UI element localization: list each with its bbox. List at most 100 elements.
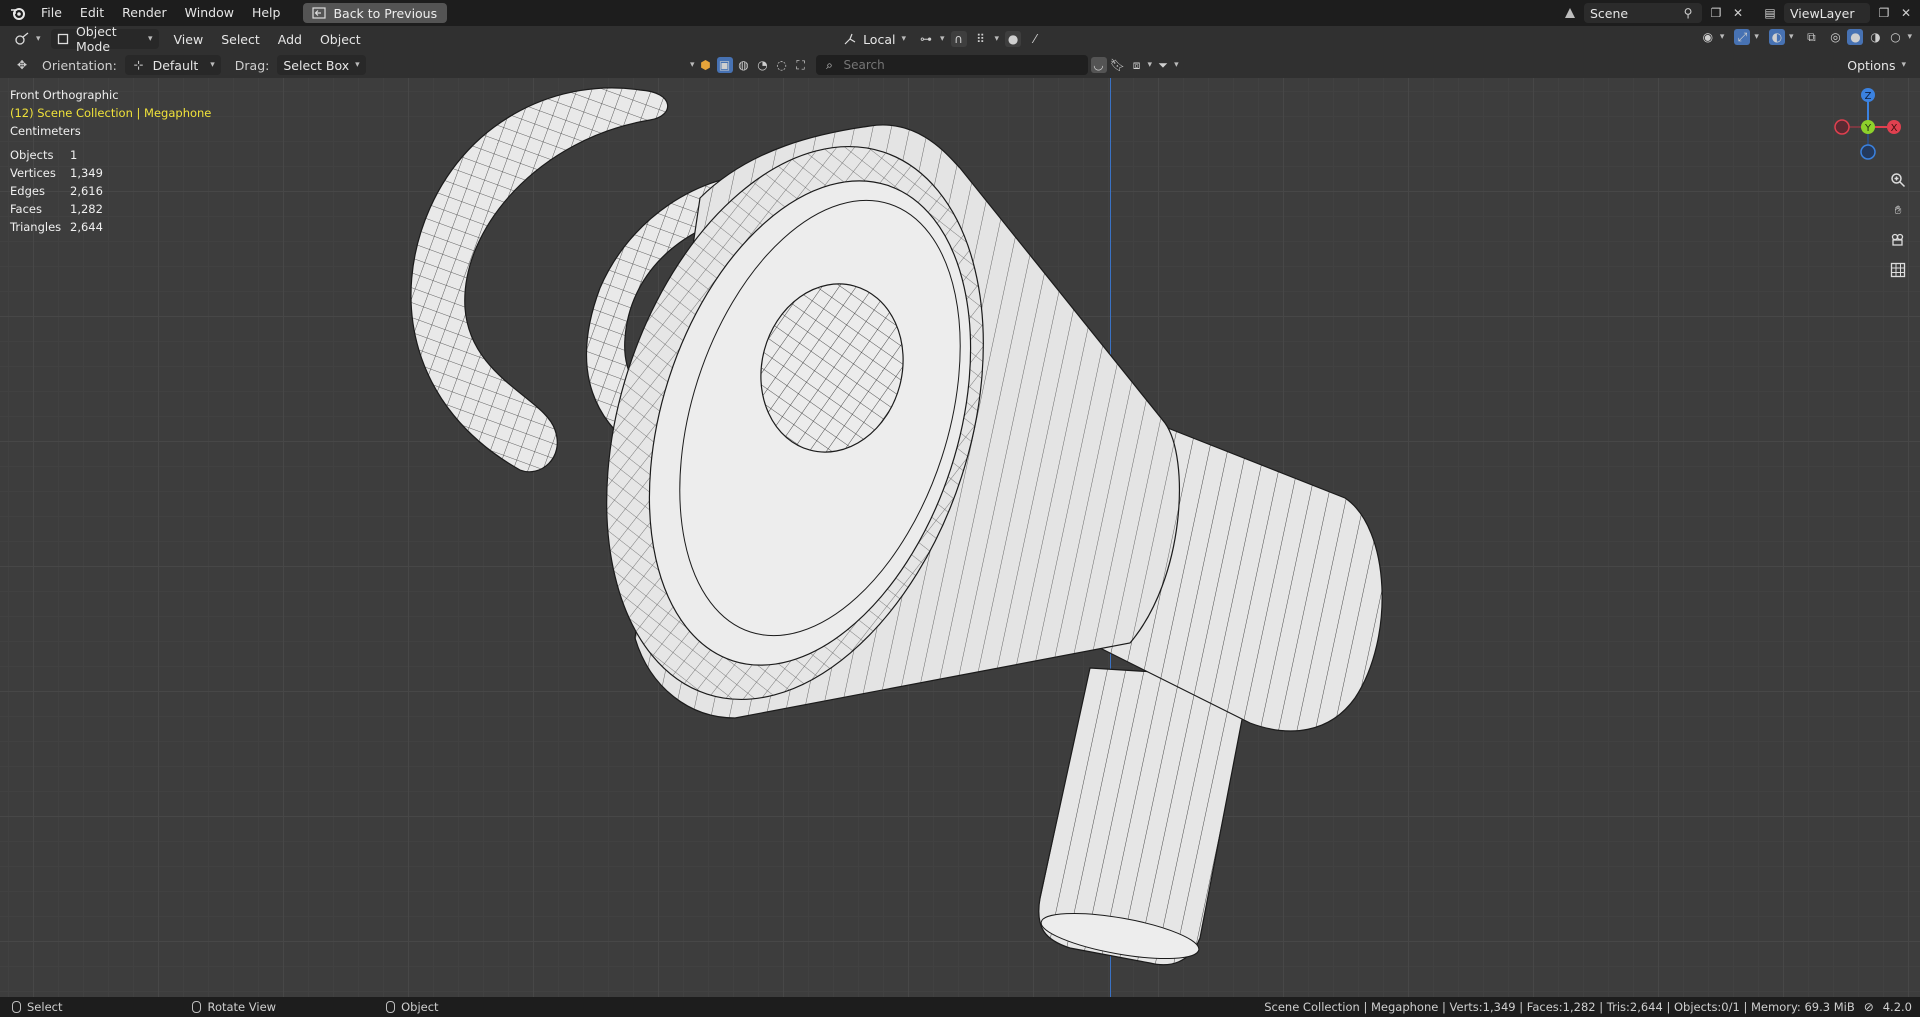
- menu-file[interactable]: File: [32, 2, 71, 24]
- menu-view[interactable]: View: [165, 32, 213, 47]
- gizmo-z-label: Z: [1865, 91, 1872, 102]
- solid-shading-icon[interactable]: ●: [1847, 29, 1864, 45]
- overlay-toggle-icon[interactable]: ◐: [1768, 29, 1785, 45]
- gizmo-toggle-icon[interactable]: ⤢: [1734, 29, 1751, 45]
- status-select: Select: [12, 1000, 62, 1014]
- menu-window[interactable]: Window: [176, 2, 243, 24]
- stat-label: Objects: [10, 148, 54, 162]
- mode-selector[interactable]: Object Mode ▾: [50, 24, 159, 54]
- ortho-grid-icon[interactable]: [1886, 258, 1910, 282]
- chevron-down-icon: ▾: [355, 60, 360, 70]
- drag-selector[interactable]: Select Box ▾: [277, 55, 366, 75]
- stat-label: Faces: [10, 202, 42, 216]
- navigation-buttons: ✋︎: [1886, 168, 1910, 282]
- orientation-selector[interactable]: ⊹ Default ▾: [124, 55, 221, 75]
- middle-mouse-icon: [192, 1001, 202, 1013]
- gizmo-y-label: Y: [1864, 123, 1872, 134]
- visibility-icon[interactable]: ◉: [1700, 29, 1716, 45]
- rendered-shading-icon[interactable]: ○: [1887, 29, 1903, 45]
- material-shading-icon[interactable]: ◑: [1867, 29, 1883, 45]
- menu-render[interactable]: Render: [113, 2, 176, 24]
- scene-statistics: Scene Collection | Megaphone | Verts:1,3…: [1264, 1000, 1855, 1014]
- object-type-icon[interactable]: ⬢: [698, 57, 714, 73]
- falloff-icon[interactable]: ⁄: [1027, 31, 1043, 47]
- search-field[interactable]: ⌕: [815, 55, 1088, 75]
- search-input[interactable]: [843, 58, 1074, 72]
- stat-value: 1: [70, 148, 78, 162]
- chevron-down-icon: ▾: [1901, 60, 1906, 70]
- transform-orientation-selector[interactable]: Local ▾: [836, 29, 912, 49]
- camera-view-icon[interactable]: [1886, 228, 1910, 252]
- delete-view-layer-icon[interactable]: ✕: [1898, 5, 1914, 21]
- orientation-value: Default: [152, 57, 199, 73]
- blender-logo-icon[interactable]: [4, 0, 32, 26]
- back-to-previous-button[interactable]: Back to Previous: [303, 3, 448, 23]
- view-layer-name: ViewLayer: [1790, 5, 1855, 21]
- status-info: Scene Collection | Megaphone | Verts:1,3…: [1264, 997, 1912, 1017]
- menu-edit[interactable]: Edit: [71, 2, 113, 24]
- select-mode-icon[interactable]: ▣: [716, 57, 733, 73]
- menu-select[interactable]: Select: [212, 32, 269, 47]
- view-layer-selector[interactable]: ViewLayer: [1784, 3, 1870, 23]
- stat-value: 1,349: [70, 166, 103, 180]
- globe-filter-icon[interactable]: ◌: [774, 57, 790, 73]
- stat-value: 1,282: [70, 202, 103, 216]
- delete-scene-icon[interactable]: ✕: [1730, 5, 1746, 21]
- xray-toggle-icon[interactable]: ⧉: [1803, 29, 1819, 45]
- viewport-info-overlay: Front Orthographic (12) Scene Collection…: [10, 86, 211, 236]
- bookmark-icon[interactable]: 🔖︎: [1110, 57, 1126, 73]
- chevron-down-icon: ▾: [36, 34, 41, 44]
- scene-icon[interactable]: [1562, 5, 1578, 21]
- network-icon[interactable]: ⊘: [1861, 999, 1877, 1015]
- 3d-viewport[interactable]: Front Orthographic (12) Scene Collection…: [0, 78, 1920, 997]
- left-mouse-icon: [12, 1001, 21, 1013]
- filter-icon[interactable]: ⏷: [1155, 57, 1171, 73]
- transform-space-label: Local: [863, 31, 896, 47]
- pin-icon[interactable]: ⚲: [1680, 5, 1696, 21]
- orientation-label: Orientation:: [42, 57, 117, 73]
- gizmo-neg-z-handle: [1860, 144, 1876, 160]
- collection-path: (12) Scene Collection | Megaphone: [10, 106, 212, 120]
- snap-grid-icon[interactable]: ⠿: [973, 31, 989, 47]
- chevron-down-icon: ▾: [148, 34, 153, 44]
- filter-bar: ▾ ⬢ ▣ ◍ ◔ ◌ ⛶ ⌕ ◡ 🔖︎ ⧈ ▾ ⏷ ▾: [690, 55, 1179, 75]
- wireframe-shading-icon[interactable]: ◎: [1827, 29, 1843, 45]
- asset-filter-icon[interactable]: ⛶: [793, 57, 809, 73]
- object-mode-icon: [57, 31, 70, 47]
- right-mouse-icon: [386, 1001, 396, 1013]
- clear-search-icon[interactable]: ◡: [1090, 57, 1107, 73]
- navigation-gizmo[interactable]: Z X Y: [1810, 78, 1920, 178]
- view-layer-icon[interactable]: ▤: [1762, 5, 1778, 21]
- display-mode-icon[interactable]: ⧈: [1129, 57, 1145, 73]
- options-label: Options: [1847, 57, 1896, 73]
- viewport-header: ▾ Object Mode ▾ View Select Add Object L…: [0, 24, 1920, 54]
- options-dropdown[interactable]: Options ▾: [1841, 55, 1912, 75]
- stat-label: Edges: [10, 184, 45, 198]
- zoom-icon[interactable]: [1886, 168, 1910, 192]
- world-filter-icon[interactable]: ◔: [755, 57, 771, 73]
- pan-hand-icon[interactable]: ✋︎: [1886, 198, 1910, 222]
- chevron-down-icon: ▾: [1907, 32, 1912, 42]
- sphere-filter-icon[interactable]: ◍: [736, 57, 752, 73]
- megaphone-model[interactable]: [0, 78, 1920, 997]
- menu-help[interactable]: Help: [243, 2, 290, 24]
- chevron-down-icon: ▾: [901, 34, 906, 44]
- editor-type-selector[interactable]: ▾: [8, 29, 47, 49]
- stat-label: Triangles: [10, 220, 62, 234]
- stat-value: 2,644: [70, 220, 103, 234]
- orientation-axes-icon: ⊹: [133, 58, 144, 72]
- viewport-display-toggles: ◉ ▾ ⤢ ▾ ◐ ▾ ⧉ ◎ ● ◑ ○ ▾: [1700, 29, 1912, 45]
- menu-object[interactable]: Object: [311, 32, 370, 47]
- pivot-icon[interactable]: ⊶: [918, 31, 934, 47]
- proportional-edit-icon[interactable]: ●: [1005, 31, 1022, 47]
- chevron-down-icon: ▾: [994, 34, 1000, 44]
- drag-value: Select Box: [283, 57, 350, 73]
- move-tool-icon[interactable]: ✥: [14, 57, 30, 73]
- menu-add[interactable]: Add: [269, 32, 311, 47]
- gizmo-x-label: X: [1891, 123, 1898, 134]
- new-scene-icon[interactable]: ❐: [1708, 5, 1724, 21]
- new-view-layer-icon[interactable]: ❐: [1876, 5, 1892, 21]
- status-select-label: Select: [27, 1000, 63, 1014]
- snap-icon[interactable]: ∩: [950, 31, 967, 47]
- scene-selector[interactable]: Scene ⚲: [1584, 3, 1702, 23]
